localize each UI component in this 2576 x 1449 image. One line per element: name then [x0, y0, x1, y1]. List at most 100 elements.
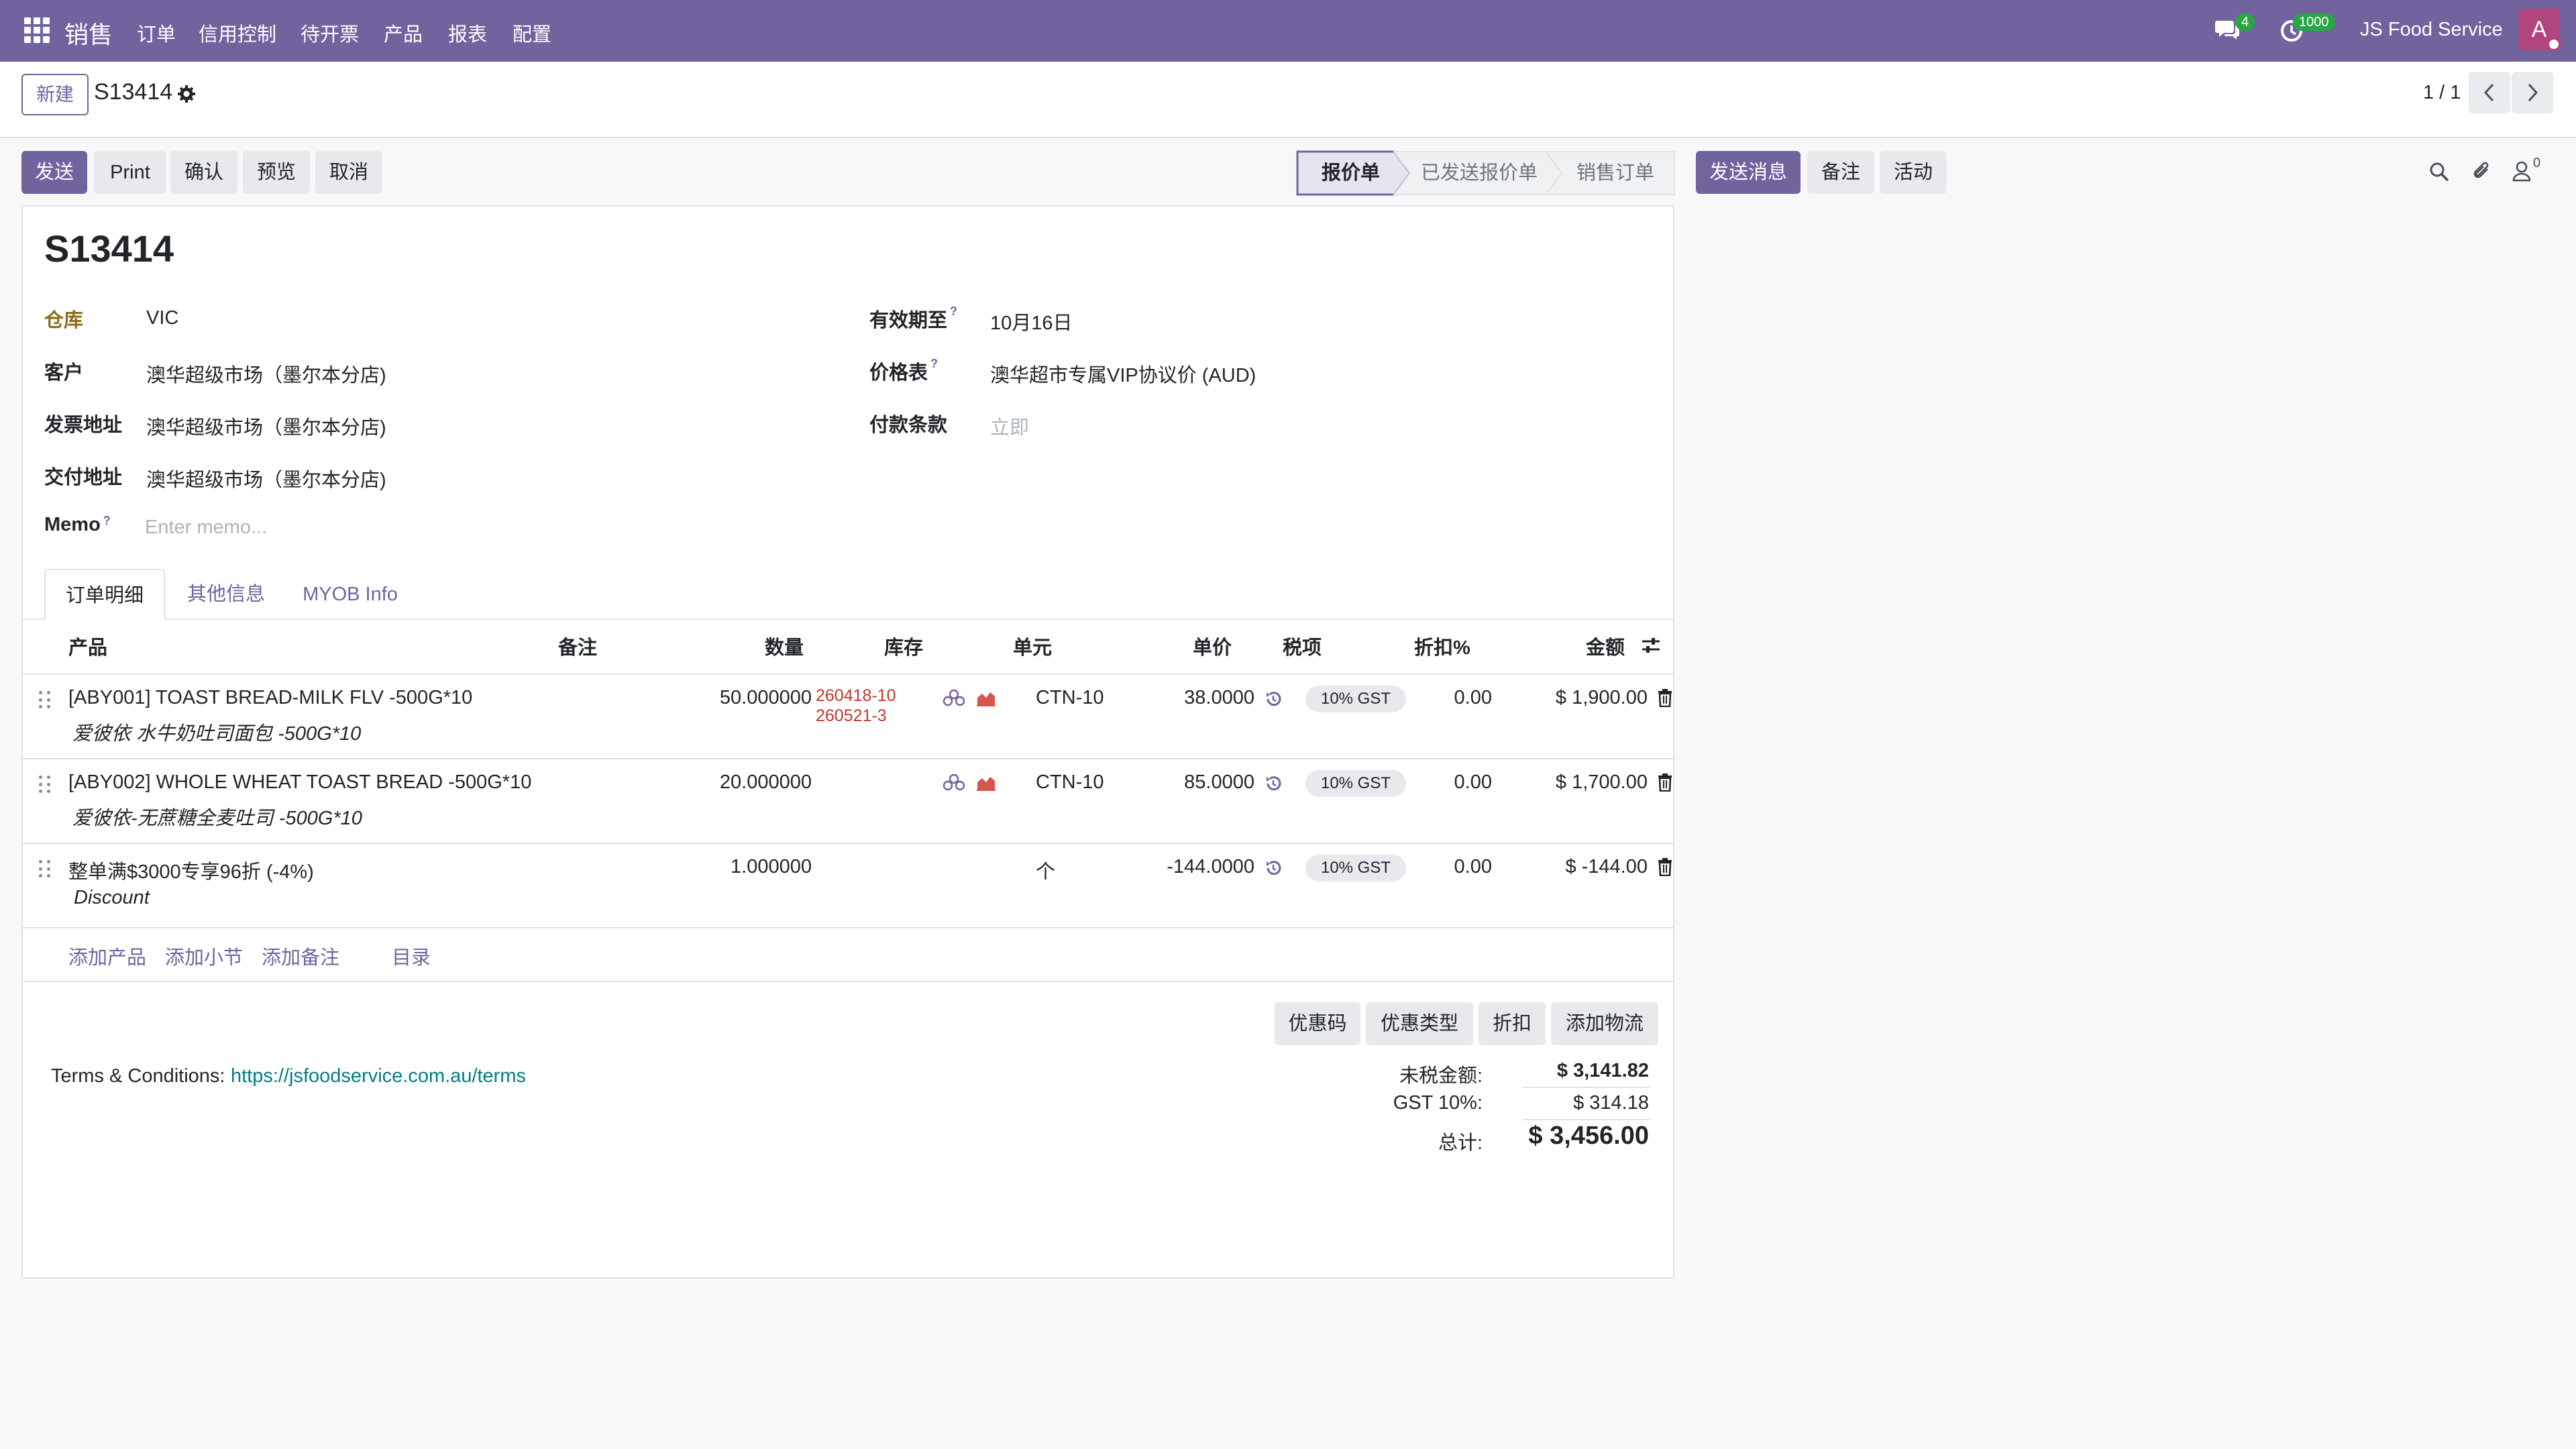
- add-product-link[interactable]: 添加产品: [68, 942, 146, 970]
- new-button[interactable]: 新建: [21, 74, 89, 115]
- tab-myob-info[interactable]: MYOB Info: [290, 569, 411, 620]
- paperclip-icon[interactable]: [2471, 160, 2493, 182]
- status-step-sales-order[interactable]: 销售订单: [1576, 150, 1654, 196]
- payment-terms-field[interactable]: 立即: [990, 412, 1029, 440]
- row-qty[interactable]: 50.000000: [680, 687, 812, 709]
- row-discount[interactable]: 0.00: [1385, 771, 1492, 794]
- row-description: 爱彼依 水牛奶吐司面包 -500G*10: [72, 723, 362, 745]
- menu-orders[interactable]: 订单: [137, 19, 176, 47]
- app-menu-icon[interactable]: [24, 17, 50, 43]
- totals-divider: [1523, 1087, 1650, 1088]
- pricelist-field[interactable]: 澳华超市专属VIP协议价 (AUD): [990, 360, 1256, 388]
- pager-previous-button[interactable]: [2469, 72, 2510, 113]
- table-row[interactable]: [ABY001] TOAST BREAD-MILK FLV -500G*10 爱…: [23, 675, 1673, 758]
- pricelist-label-text: 价格表: [869, 362, 928, 384]
- col-discount[interactable]: 折扣%: [1414, 632, 1470, 660]
- validity-field[interactable]: 10月16日: [990, 307, 1073, 335]
- pager-next-button[interactable]: [2512, 72, 2553, 113]
- area-chart-icon[interactable]: [975, 773, 997, 792]
- add-note-link[interactable]: 添加备注: [262, 942, 339, 970]
- validity-help-icon[interactable]: ?: [950, 305, 957, 318]
- memo-help-icon[interactable]: ?: [103, 514, 111, 527]
- history-icon[interactable]: [1264, 690, 1283, 708]
- breadcrumb-record: S13414: [94, 79, 173, 105]
- promotion-type-button[interactable]: 优惠类型: [1366, 1002, 1473, 1045]
- row-discount[interactable]: 0.00: [1385, 687, 1492, 709]
- menu-to-invoice[interactable]: 待开票: [301, 19, 359, 47]
- customer-field[interactable]: 澳华超级市场（墨尔本分店): [146, 360, 386, 388]
- user-avatar[interactable]: A: [2518, 9, 2561, 52]
- row-qty[interactable]: 1.000000: [680, 856, 812, 878]
- history-icon[interactable]: [1264, 774, 1283, 793]
- col-tax[interactable]: 税项: [1283, 632, 1322, 660]
- drag-handle-icon[interactable]: [39, 775, 51, 794]
- send-button[interactable]: 发送: [21, 151, 87, 194]
- terms-label: Terms & Conditions:: [51, 1065, 225, 1087]
- status-step-quotation-sent[interactable]: 已发送报价单: [1421, 150, 1538, 196]
- add-shipping-button[interactable]: 添加物流: [1551, 1002, 1658, 1045]
- confirm-button[interactable]: 确认: [170, 151, 237, 194]
- gear-icon[interactable]: [177, 85, 196, 103]
- col-amount[interactable]: 金额: [1586, 632, 1625, 660]
- search-icon[interactable]: [2428, 161, 2450, 182]
- total-value: $ 3,456.00: [1528, 1122, 1649, 1150]
- row-qty[interactable]: 20.000000: [680, 771, 812, 794]
- invoice-address-field[interactable]: 澳华超级市场（墨尔本分店): [146, 412, 386, 440]
- col-stock[interactable]: 库存: [884, 632, 923, 660]
- col-price[interactable]: 单价: [1193, 632, 1232, 660]
- drag-handle-icon[interactable]: [39, 860, 51, 879]
- column-settings-icon[interactable]: [1641, 636, 1661, 655]
- menu-config[interactable]: 配置: [513, 19, 551, 47]
- send-message-button[interactable]: 发送消息: [1696, 151, 1801, 194]
- warehouse-field[interactable]: VIC: [146, 307, 178, 329]
- terms-link[interactable]: https://jsfoodservice.com.au/terms: [231, 1065, 526, 1087]
- catalog-link[interactable]: 目录: [392, 942, 431, 970]
- row-discount[interactable]: 0.00: [1385, 856, 1492, 878]
- delivery-address-field[interactable]: 澳华超级市场（墨尔本分店): [146, 464, 386, 492]
- forecast-cubes-icon[interactable]: [942, 773, 966, 792]
- pricelist-help-icon[interactable]: ?: [930, 357, 938, 370]
- tab-other-info[interactable]: 其他信息: [176, 569, 276, 620]
- col-qty[interactable]: 数量: [765, 632, 804, 660]
- status-dot-icon: [2546, 37, 2561, 52]
- company-switcher[interactable]: JS Food Service: [2360, 19, 2503, 41]
- trash-icon[interactable]: [1657, 688, 1673, 707]
- activity-button[interactable]: 活动: [1880, 151, 1947, 194]
- row-uom[interactable]: 个: [1036, 856, 1055, 884]
- table-row[interactable]: 整单满$3000专享96折 (-4%) Discount 1.000000 个 …: [23, 844, 1673, 927]
- log-note-button[interactable]: 备注: [1807, 151, 1874, 194]
- area-chart-icon[interactable]: [975, 688, 997, 707]
- trash-icon[interactable]: [1657, 857, 1673, 876]
- memo-input[interactable]: Enter memo...: [145, 517, 267, 539]
- cancel-button[interactable]: 取消: [315, 151, 382, 194]
- row-product[interactable]: [ABY001] TOAST BREAD-MILK FLV -500G*10: [68, 687, 472, 709]
- history-icon[interactable]: [1264, 859, 1283, 877]
- col-note[interactable]: 备注: [558, 632, 597, 660]
- menu-reports[interactable]: 报表: [448, 19, 487, 47]
- col-product[interactable]: 产品: [68, 632, 107, 660]
- add-section-link[interactable]: 添加小节: [165, 942, 243, 970]
- forecast-cubes-icon[interactable]: [942, 688, 966, 707]
- row-price[interactable]: 85.0000: [1083, 771, 1254, 794]
- row-price[interactable]: 38.0000: [1083, 687, 1254, 709]
- coupon-button[interactable]: 优惠码: [1275, 1002, 1360, 1045]
- row-product[interactable]: [ABY002] WHOLE WHEAT TOAST BREAD -500G*1…: [68, 771, 531, 794]
- trash-icon[interactable]: [1657, 773, 1673, 792]
- pager-value[interactable]: 1 / 1: [2423, 82, 2461, 104]
- memo-label-text: Memo: [44, 514, 101, 535]
- row-price[interactable]: -144.0000: [1083, 856, 1254, 878]
- menu-products[interactable]: 产品: [384, 19, 423, 47]
- drag-handle-icon[interactable]: [39, 691, 51, 710]
- menu-credit-control[interactable]: 信用控制: [199, 19, 276, 47]
- tab-order-lines[interactable]: 订单明细: [44, 569, 165, 620]
- row-product[interactable]: 整单满$3000专享96折 (-4%): [68, 856, 314, 884]
- table-row[interactable]: [ABY002] WHOLE WHEAT TOAST BREAD -500G*1…: [23, 759, 1673, 843]
- discount-button[interactable]: 折扣: [1479, 1002, 1546, 1045]
- status-step-quotation[interactable]: 报价单: [1322, 150, 1380, 196]
- print-button[interactable]: Print: [94, 151, 166, 194]
- app-name[interactable]: 销售: [64, 15, 113, 50]
- gst-value: $ 314.18: [1573, 1092, 1649, 1114]
- col-uom[interactable]: 单元: [1013, 632, 1052, 660]
- preview-button[interactable]: 预览: [243, 151, 310, 194]
- followers-icon[interactable]: [2512, 160, 2532, 182]
